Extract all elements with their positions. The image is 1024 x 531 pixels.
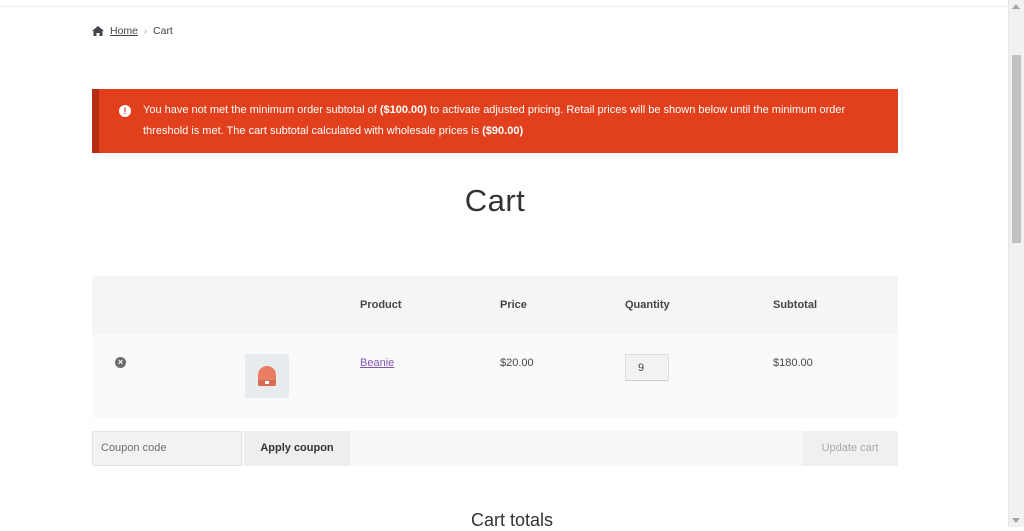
cart-table-header: Product Price Quantity Subtotal <box>92 276 898 334</box>
breadcrumb: Home › Cart <box>92 25 173 37</box>
notice-message: You have not met the minimum order subto… <box>143 100 863 142</box>
quantity-input[interactable]: 9 <box>625 354 669 381</box>
beanie-thumbnail[interactable] <box>245 354 289 398</box>
header-subtotal: Subtotal <box>773 299 817 311</box>
breadcrumb-home-link[interactable]: Home <box>110 25 138 37</box>
coupon-code-input[interactable]: Coupon code <box>92 431 242 466</box>
scrollbar-thumb[interactable] <box>1012 55 1021 243</box>
notice-wholesale-amount: ($90.00) <box>482 125 524 137</box>
header-price: Price <box>500 299 527 311</box>
home-icon <box>92 26 104 36</box>
notice-text-1: You have not met the minimum order subto… <box>143 104 380 116</box>
page-title: Cart <box>464 183 526 218</box>
apply-coupon-button[interactable]: Apply coupon <box>244 431 350 466</box>
alert-icon: ! <box>119 105 131 117</box>
header-product: Product <box>360 299 402 311</box>
update-cart-button[interactable]: Update cart <box>802 431 898 466</box>
breadcrumb-separator: › <box>144 26 148 36</box>
cart-table: Product Price Quantity Subtotal × Beanie… <box>92 276 898 418</box>
notice-min-amount: ($100.00) <box>379 104 427 116</box>
minimum-order-notice: ! You have not met the minimum order sub… <box>92 89 898 153</box>
remove-icon[interactable]: × <box>115 357 126 368</box>
scroll-down-icon[interactable] <box>1012 518 1020 523</box>
beanie-tag <box>265 381 269 384</box>
table-row: × Beanie $20.00 9 $180.00 <box>92 334 898 418</box>
cart-actions: Coupon code Apply coupon Update cart <box>92 431 898 466</box>
product-link[interactable]: Beanie <box>360 334 394 392</box>
beanie-image <box>258 366 276 386</box>
product-price: $20.00 <box>500 357 534 369</box>
header-divider <box>0 0 1009 7</box>
page-scrollbar[interactable] <box>1008 0 1024 527</box>
breadcrumb-current: Cart <box>153 25 173 37</box>
scroll-up-icon[interactable] <box>1012 4 1020 9</box>
header-quantity: Quantity <box>625 299 670 311</box>
cart-totals-heading: Cart totals <box>470 510 554 530</box>
product-subtotal: $180.00 <box>773 357 813 369</box>
